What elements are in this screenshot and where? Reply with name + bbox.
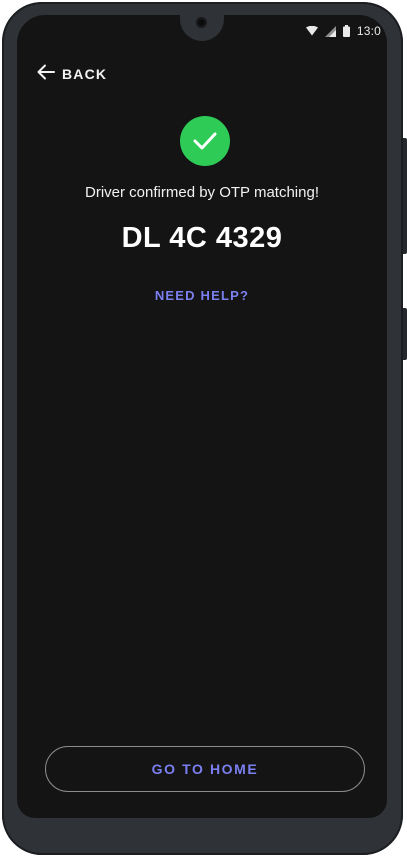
go-to-home-button[interactable]: GO TO HOME [45,746,365,792]
signal-icon [324,25,336,37]
need-help-link[interactable]: NEED HELP? [17,288,387,303]
camera-icon [196,17,207,28]
confirmation-message: Driver confirmed by OTP matching! [85,184,319,201]
wifi-icon [305,26,318,36]
status-bar: 13:0 [305,23,381,39]
vehicle-number: DL 4C 4329 [121,222,283,254]
app-screen: 13:0 BACK Driver confirmed by OTP matchi… [17,15,387,818]
check-circle-icon [180,116,230,166]
power-button [403,138,407,254]
status-time: 13:0 [356,24,381,38]
back-label: BACK [62,66,108,82]
volume-button [403,308,407,360]
arrow-left-icon [37,64,55,85]
battery-icon [342,25,350,37]
back-button[interactable]: BACK [37,63,107,85]
notch [180,15,224,41]
